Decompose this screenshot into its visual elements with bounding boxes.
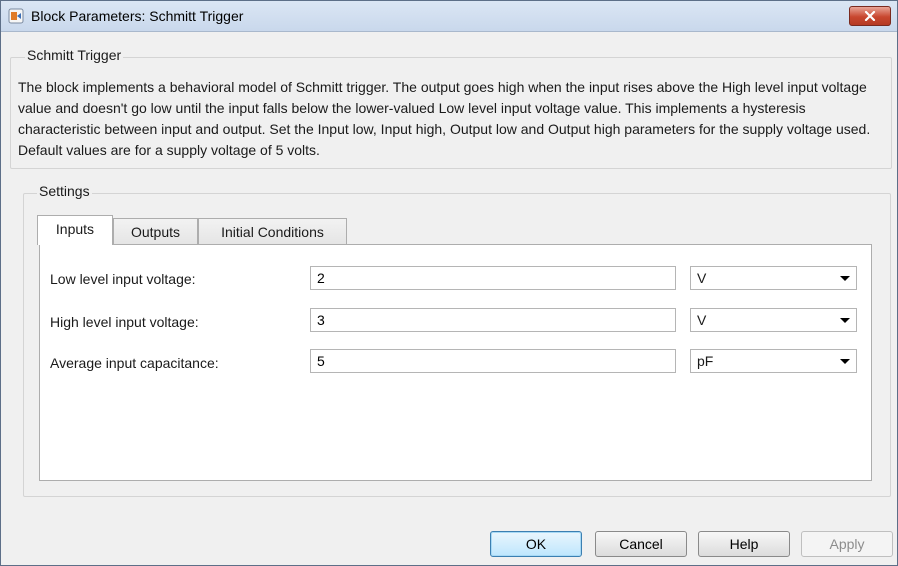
simulink-block-icon xyxy=(8,8,24,24)
apply-button[interactable]: Apply xyxy=(801,531,893,557)
title-bar[interactable]: Block Parameters: Schmitt Trigger xyxy=(1,1,897,32)
close-icon xyxy=(864,8,876,24)
block-description: The block implements a behavioral model … xyxy=(18,79,871,158)
tab-initial-conditions[interactable]: Initial Conditions xyxy=(198,218,347,244)
unit-value: pF xyxy=(697,353,714,369)
unit-value: V xyxy=(697,270,707,286)
inputs-param-area: Low level input voltage: 2 V High level … xyxy=(40,245,861,476)
tab-inputs[interactable]: Inputs xyxy=(37,215,113,245)
average-input-capacitance-unit-select[interactable]: pF xyxy=(690,349,857,373)
close-button[interactable] xyxy=(849,6,891,26)
high-level-input-voltage-field[interactable]: 3 xyxy=(310,308,676,332)
inputs-tab-panel: Low level input voltage: 2 V High level … xyxy=(39,244,872,481)
high-level-input-voltage-label: High level input voltage: xyxy=(50,314,199,330)
high-level-input-voltage-unit-select[interactable]: V xyxy=(690,308,857,332)
average-input-capacitance-label: Average input capacitance: xyxy=(50,355,219,371)
low-level-input-voltage-unit-select[interactable]: V xyxy=(690,266,857,290)
average-input-capacitance-field[interactable]: 5 xyxy=(310,349,676,373)
low-level-input-voltage-field[interactable]: 2 xyxy=(310,266,676,290)
dialog-window: Block Parameters: Schmitt Trigger Schmit… xyxy=(0,0,898,566)
chevron-down-icon xyxy=(840,276,850,281)
chevron-down-icon xyxy=(840,359,850,364)
chevron-down-icon xyxy=(840,318,850,323)
help-button[interactable]: Help xyxy=(698,531,790,557)
cancel-button[interactable]: Cancel xyxy=(595,531,687,557)
description-group-title: Schmitt Trigger xyxy=(25,47,124,63)
low-level-input-voltage-label: Low level input voltage: xyxy=(50,271,196,287)
tab-outputs[interactable]: Outputs xyxy=(113,218,198,244)
settings-group-title: Settings xyxy=(37,183,92,199)
unit-value: V xyxy=(697,312,707,328)
ok-button[interactable]: OK xyxy=(490,531,582,557)
window-title: Block Parameters: Schmitt Trigger xyxy=(31,8,244,24)
